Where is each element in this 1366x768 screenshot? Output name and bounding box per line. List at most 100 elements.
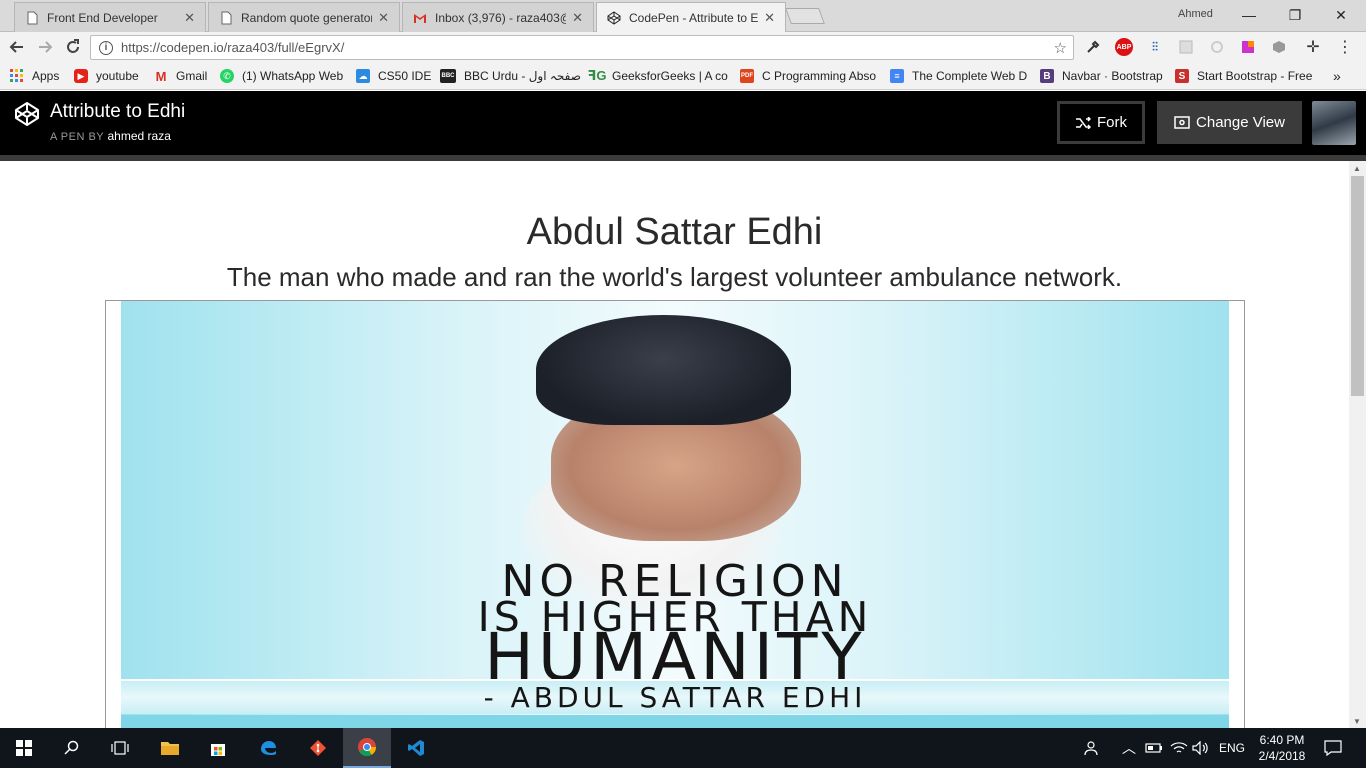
- cs50-icon: ☁: [356, 69, 370, 83]
- git-icon: [310, 740, 326, 756]
- scroll-down-arrow-icon[interactable]: ▼: [1353, 717, 1361, 726]
- close-window-button[interactable]: ✕: [1318, 0, 1364, 30]
- bookmark-star-icon[interactable]: ☆: [1054, 39, 1067, 57]
- bookmark-start-bootstrap[interactable]: S Start Bootstrap - Free: [1175, 67, 1315, 85]
- scroll-up-arrow-icon[interactable]: ▲: [1353, 164, 1361, 173]
- task-view-button[interactable]: [96, 728, 144, 768]
- tab-title: Front End Developer: [47, 10, 158, 25]
- bookmark-label: BBC Urdu - صفحہ اول: [464, 69, 581, 83]
- crosshair-icon[interactable]: ✛: [1304, 38, 1322, 56]
- color-picker-icon[interactable]: [1239, 38, 1257, 56]
- bookmark-complete-web[interactable]: ≡ The Complete Web D: [890, 67, 1027, 85]
- address-bar[interactable]: i https://codepen.io/raza403/full/eEgrvX…: [90, 35, 1074, 60]
- volume-icon[interactable]: [1192, 728, 1210, 768]
- store-icon: [211, 744, 225, 756]
- edge-button[interactable]: [244, 728, 292, 768]
- close-icon[interactable]: ✕: [184, 10, 195, 26]
- codepen-header: Attribute to Edhi A PEN BY ahmed raza Fo…: [0, 91, 1366, 155]
- extension-grid-icon[interactable]: [1177, 38, 1195, 56]
- codepen-logo-icon[interactable]: [14, 101, 40, 127]
- fork-button[interactable]: Fork: [1057, 101, 1145, 144]
- pdf-icon: PDF: [740, 69, 754, 83]
- tab-front-end-developer[interactable]: Front End Developer ✕: [14, 2, 206, 32]
- url-text[interactable]: https://codepen.io/raza403/full/eEgrvX/: [121, 40, 344, 55]
- page-title: Abdul Sattar Edhi: [526, 211, 823, 253]
- codepen-icon: [607, 11, 621, 25]
- info-icon[interactable]: i: [99, 40, 113, 55]
- chrome-button[interactable]: [343, 728, 391, 768]
- circle-extension-icon[interactable]: [1208, 38, 1226, 56]
- windows-logo-icon: [16, 740, 32, 756]
- git-button[interactable]: [294, 728, 342, 768]
- chrome-menu-icon[interactable]: ⋮: [1336, 38, 1354, 56]
- tab-gmail-inbox[interactable]: Inbox (3,976) - raza403@ ✕: [402, 2, 594, 32]
- file-explorer-button[interactable]: [146, 728, 194, 768]
- chevron-up-icon[interactable]: ︿: [1122, 728, 1136, 768]
- portrait-cap: [536, 315, 791, 425]
- bookmark-gmail[interactable]: M Gmail: [154, 67, 208, 85]
- battery-icon[interactable]: [1145, 728, 1163, 768]
- bookmark-bbc-urdu[interactable]: BBC BBC Urdu - صفحہ اول: [440, 67, 581, 85]
- geeksforgeeks-icon: ꟻG: [587, 68, 607, 83]
- scrollbar-thumb[interactable]: [1351, 176, 1364, 396]
- reload-button[interactable]: [62, 36, 84, 58]
- bookmark-navbar-bootstrap[interactable]: B Navbar · Bootstrap: [1040, 67, 1163, 85]
- restore-button[interactable]: ❐: [1272, 0, 1318, 30]
- bookmark-cs50[interactable]: ☁ CS50 IDE: [356, 67, 431, 85]
- bookmark-geeksforgeeks[interactable]: ꟻG GeeksforGeeks | A co: [587, 67, 728, 85]
- vscode-button[interactable]: [392, 728, 440, 768]
- image-frame: NO RELIGION IS HIGHER THAN HUMANITY - AB…: [105, 300, 1245, 729]
- avatar[interactable]: [1312, 101, 1356, 145]
- bookmark-label: Navbar · Bootstrap: [1062, 69, 1163, 83]
- eyedropper-icon[interactable]: [1084, 38, 1102, 56]
- tab-codepen-active[interactable]: CodePen - Attribute to Edhi ✕: [596, 2, 786, 33]
- page-subtitle: The man who made and ran the world's lar…: [226, 262, 1123, 292]
- tab-title: CodePen - Attribute to Edhi: [629, 11, 759, 25]
- author-link[interactable]: ahmed raza: [108, 129, 171, 143]
- poster-signature: - ABDUL SATTAR EDHI: [483, 681, 867, 714]
- youtube-icon: ▶: [74, 69, 88, 83]
- start-button[interactable]: [0, 728, 48, 768]
- new-tab-button[interactable]: [785, 8, 825, 24]
- notification-icon[interactable]: [1324, 728, 1342, 768]
- byline-prefix: A PEN BY: [50, 131, 104, 143]
- profile-name[interactable]: Ahmed: [1178, 8, 1213, 20]
- store-button[interactable]: [194, 728, 242, 768]
- bookmark-apps[interactable]: Apps: [10, 67, 59, 85]
- language-indicator[interactable]: ENG: [1219, 728, 1245, 768]
- bookmarks-overflow-chevron[interactable]: »: [1333, 67, 1341, 85]
- system-clock[interactable]: 6:40 PM 2/4/2018: [1252, 732, 1312, 764]
- back-button[interactable]: [6, 36, 28, 58]
- folder-icon: [161, 742, 179, 755]
- bookmark-label: Gmail: [176, 69, 208, 83]
- fork-icon: [1076, 116, 1091, 129]
- fork-label: Fork: [1097, 114, 1127, 131]
- change-view-button[interactable]: Change View: [1157, 101, 1302, 144]
- forward-button[interactable]: [34, 36, 56, 58]
- poster-bottom-strip: [121, 715, 1229, 729]
- whatsapp-icon: ✆: [220, 69, 234, 83]
- bookmark-youtube[interactable]: ▶ youtube: [74, 67, 139, 85]
- tab-random-quote[interactable]: Random quote generator ✕: [208, 2, 400, 32]
- edhi-quote-poster: NO RELIGION IS HIGHER THAN HUMANITY - AB…: [121, 301, 1229, 729]
- vscode-icon: [408, 740, 424, 756]
- people-icon[interactable]: [1084, 728, 1102, 768]
- cube-extension-icon[interactable]: [1270, 38, 1288, 56]
- arrow-left-icon: [9, 41, 23, 53]
- edge-icon: [261, 741, 276, 755]
- bookmark-label: Apps: [32, 69, 60, 83]
- close-icon[interactable]: ✕: [764, 10, 775, 26]
- close-icon[interactable]: ✕: [378, 10, 389, 26]
- bookmark-whatsapp[interactable]: ✆ (1) WhatsApp Web: [220, 67, 343, 85]
- minimize-button[interactable]: —: [1226, 0, 1272, 30]
- wifi-icon[interactable]: [1170, 728, 1188, 768]
- equalizer-icon[interactable]: ⫶⫶: [1146, 38, 1164, 56]
- chrome-icon: [358, 738, 376, 757]
- page-scrollbar[interactable]: ▲ ▼: [1349, 161, 1366, 729]
- adblock-plus-icon[interactable]: ABP: [1115, 38, 1133, 56]
- bookmark-c-programming[interactable]: PDF C Programming Abso: [740, 67, 876, 85]
- close-icon[interactable]: ✕: [572, 10, 583, 26]
- search-button[interactable]: [48, 728, 96, 768]
- bookmarks-bar: Apps ▶ youtube M Gmail ✆ (1) WhatsApp We…: [0, 62, 1366, 90]
- browser-toolbar: i https://codepen.io/raza403/full/eEgrvX…: [0, 32, 1366, 62]
